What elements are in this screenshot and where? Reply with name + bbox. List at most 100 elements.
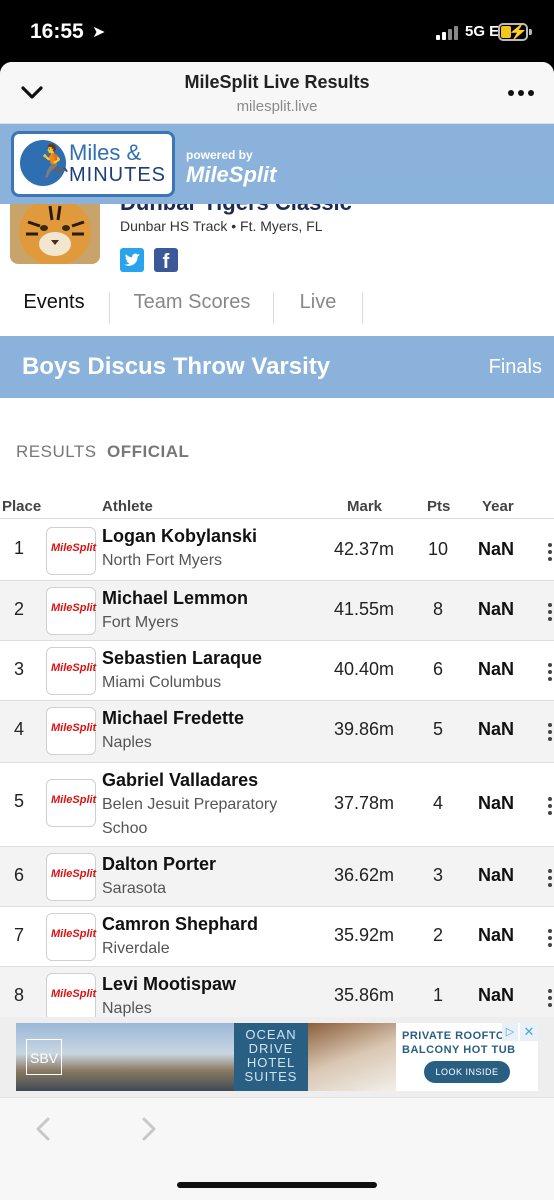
row-mark: 41.55m <box>334 599 395 619</box>
ad-cta-button[interactable]: LOOK INSIDE <box>424 1061 510 1083</box>
status-time: 16:55 <box>30 20 84 43</box>
column-header-place: Place <box>2 498 42 515</box>
athlete-name[interactable]: Levi Mootispaw <box>102 974 236 995</box>
row-menu-icon[interactable] <box>548 603 552 621</box>
tab-events[interactable]: Events <box>12 280 96 324</box>
miles-minutes-logo[interactable]: 🏃 Miles & MINUTES <box>11 131 175 197</box>
home-indicator <box>177 1182 377 1188</box>
results-separator: · <box>90 442 96 461</box>
team-logo: MileSplit <box>46 647 96 695</box>
twitter-icon[interactable] <box>120 248 144 272</box>
row-place: 1 <box>14 538 25 558</box>
facebook-icon[interactable]: f <box>154 248 178 272</box>
athlete-name[interactable]: Dalton Porter <box>102 854 216 875</box>
row-menu-icon[interactable] <box>548 989 552 1007</box>
table-row[interactable]: 4 MileSplit Michael Fredette Naples 39.8… <box>0 700 554 762</box>
powered-by-banner: 🏃 Miles & MINUTES powered by MileSplit <box>0 124 554 204</box>
team-logo: MileSplit <box>46 913 96 961</box>
event-name: Boys Discus Throw Varsity <box>22 353 331 380</box>
athlete-team[interactable]: Belen Jesuit Preparatory Schoo <box>102 793 302 841</box>
logo-text-line2: MINUTES <box>69 164 166 186</box>
network-type: 5G E <box>465 23 500 40</box>
tab-team-scores[interactable]: Team Scores <box>124 280 260 324</box>
team-logo: MileSplit <box>46 707 96 755</box>
athlete-team[interactable]: Naples <box>102 731 302 755</box>
logo-text-line1: Miles & <box>69 140 142 165</box>
results-label: RESULTS <box>16 442 97 461</box>
table-row[interactable]: 3 MileSplit Sebastien Laraque Miami Colu… <box>0 640 554 700</box>
meet-location: Dunbar HS Track • Ft. Myers, FL <box>120 218 323 234</box>
athlete-name[interactable]: Michael Lemmon <box>102 588 248 609</box>
team-logo-text: MileSplit <box>51 602 97 614</box>
row-place: 4 <box>14 719 25 739</box>
athlete-team[interactable]: North Fort Myers <box>102 549 302 573</box>
row-menu-icon[interactable] <box>548 797 552 815</box>
runner-icon: 🏃 <box>20 140 74 186</box>
table-row[interactable]: 1 MileSplit Logan Kobylanski North Fort … <box>0 518 554 580</box>
team-logo: MileSplit <box>46 587 96 635</box>
team-logo: MileSplit <box>46 527 96 575</box>
row-year: NaN <box>478 865 515 885</box>
athlete-team[interactable]: Miami Columbus <box>102 671 302 695</box>
ad-close-icon[interactable]: ✕ <box>520 1023 538 1041</box>
team-logo-text: MileSplit <box>51 794 97 806</box>
athlete-name[interactable]: Logan Kobylanski <box>102 526 257 547</box>
athlete-name[interactable]: Sebastien Laraque <box>102 648 262 669</box>
ad-brand-mark: SBV <box>26 1039 62 1075</box>
athlete-team[interactable]: Sarasota <box>102 877 302 901</box>
table-row[interactable]: 6 MileSplit Dalton Porter Sarasota 36.62… <box>0 846 554 906</box>
tab-divider <box>362 292 363 324</box>
team-logo: MileSplit <box>46 973 96 1021</box>
row-menu-icon[interactable] <box>548 543 552 561</box>
row-mark: 40.40m <box>334 659 395 679</box>
row-year: NaN <box>478 659 515 679</box>
milesplit-brand[interactable]: MileSplit <box>186 162 276 188</box>
column-header-year: Year <box>482 498 514 515</box>
row-year: NaN <box>478 599 515 619</box>
more-options-icon[interactable] <box>508 90 534 96</box>
row-place: 3 <box>14 659 25 679</box>
row-points: 3 <box>432 865 443 885</box>
powered-by-label: powered by <box>186 148 253 162</box>
column-header-mark: Mark <box>347 498 383 515</box>
battery-icon: ⚡ <box>498 23 532 41</box>
browser-sheet: MileSplit Live Results milesplit.live Du… <box>0 62 554 1200</box>
athlete-name[interactable]: Michael Fredette <box>102 708 244 729</box>
row-year: NaN <box>478 719 515 739</box>
table-row[interactable]: 5 MileSplit Gabriel Valladares Belen Jes… <box>0 762 554 846</box>
tab-divider <box>109 292 110 324</box>
tab-divider <box>273 292 274 324</box>
row-menu-icon[interactable] <box>548 723 552 741</box>
ad-banner[interactable]: SBV OCEAN DRIVE HOTEL SUITES PRIVATE ROO… <box>0 1017 554 1097</box>
athlete-name[interactable]: Gabriel Valladares <box>102 770 258 791</box>
athlete-name[interactable]: Camron Shephard <box>102 914 258 935</box>
team-logo-text: MileSplit <box>51 868 97 880</box>
ad-choices-icon[interactable]: ▷ <box>502 1023 518 1041</box>
back-arrow-icon[interactable] <box>33 1116 53 1142</box>
team-logo: MileSplit <box>46 853 96 901</box>
row-year: NaN <box>478 539 515 559</box>
row-menu-icon[interactable] <box>548 929 552 947</box>
team-logo-text: MileSplit <box>51 662 97 674</box>
row-menu-icon[interactable] <box>548 869 552 887</box>
meet-tabs: Events Team Scores Live <box>0 280 554 335</box>
forward-arrow-icon[interactable] <box>139 1116 159 1142</box>
row-mark: 35.92m <box>334 925 395 945</box>
athlete-team[interactable]: Riverdale <box>102 937 302 961</box>
team-logo-text: MileSplit <box>51 542 97 554</box>
column-header-pts: Pts <box>427 498 451 515</box>
ad-creative[interactable]: SBV OCEAN DRIVE HOTEL SUITES PRIVATE ROO… <box>16 1023 538 1091</box>
row-points: 6 <box>432 659 443 679</box>
table-row[interactable]: 7 MileSplit Camron Shephard Riverdale 35… <box>0 906 554 966</box>
row-mark: 37.78m <box>334 793 395 813</box>
table-row[interactable]: 2 MileSplit Michael Lemmon Fort Myers 41… <box>0 580 554 640</box>
event-header-bar: Boys Discus Throw Varsity Finals <box>0 336 554 398</box>
event-round[interactable]: Finals <box>489 356 542 379</box>
athlete-team[interactable]: Fort Myers <box>102 611 302 635</box>
row-place: 7 <box>14 925 25 945</box>
ad-hotel-photo: SBV <box>16 1023 234 1091</box>
row-menu-icon[interactable] <box>548 663 552 681</box>
row-year: NaN <box>478 985 515 1005</box>
tab-live[interactable]: Live <box>288 280 348 324</box>
row-points: 10 <box>427 539 449 559</box>
